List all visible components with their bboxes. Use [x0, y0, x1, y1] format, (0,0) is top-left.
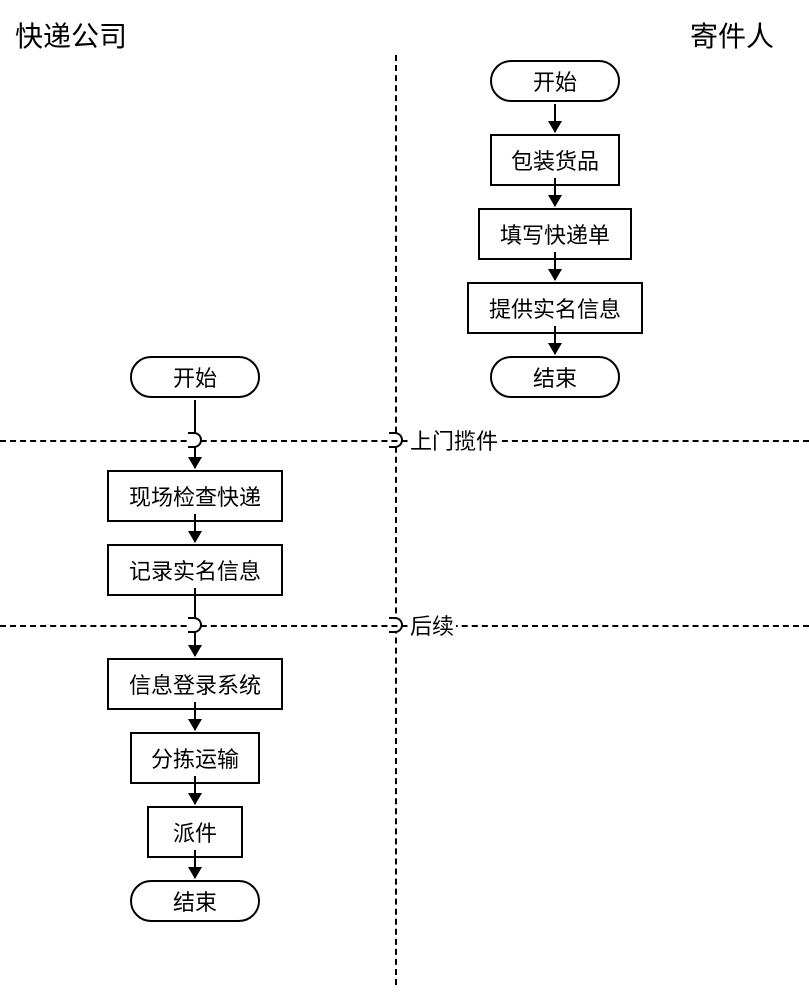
arrow	[194, 850, 196, 878]
arrow	[194, 702, 196, 730]
arrow	[554, 104, 556, 132]
left-end: 结束	[130, 880, 260, 922]
swimlane-title-left: 快递公司	[15, 15, 127, 55]
swimlane-divider	[395, 55, 397, 985]
flow-arc	[188, 617, 202, 633]
right-start: 开始	[490, 60, 620, 102]
phase-label-followup: 后续	[408, 609, 456, 641]
phase-label-pickup: 上门揽件	[408, 424, 500, 456]
phase-divider-pickup	[0, 440, 809, 442]
arrow	[554, 178, 556, 206]
left-start: 开始	[130, 356, 260, 398]
arrow	[554, 252, 556, 280]
flow-arc	[188, 432, 202, 448]
arrow	[194, 514, 196, 542]
phase-divider-followup	[0, 625, 809, 627]
arrow	[194, 776, 196, 804]
swimlane-title-right: 寄件人	[690, 15, 774, 55]
arrow	[554, 326, 556, 354]
right-end: 结束	[490, 356, 620, 398]
